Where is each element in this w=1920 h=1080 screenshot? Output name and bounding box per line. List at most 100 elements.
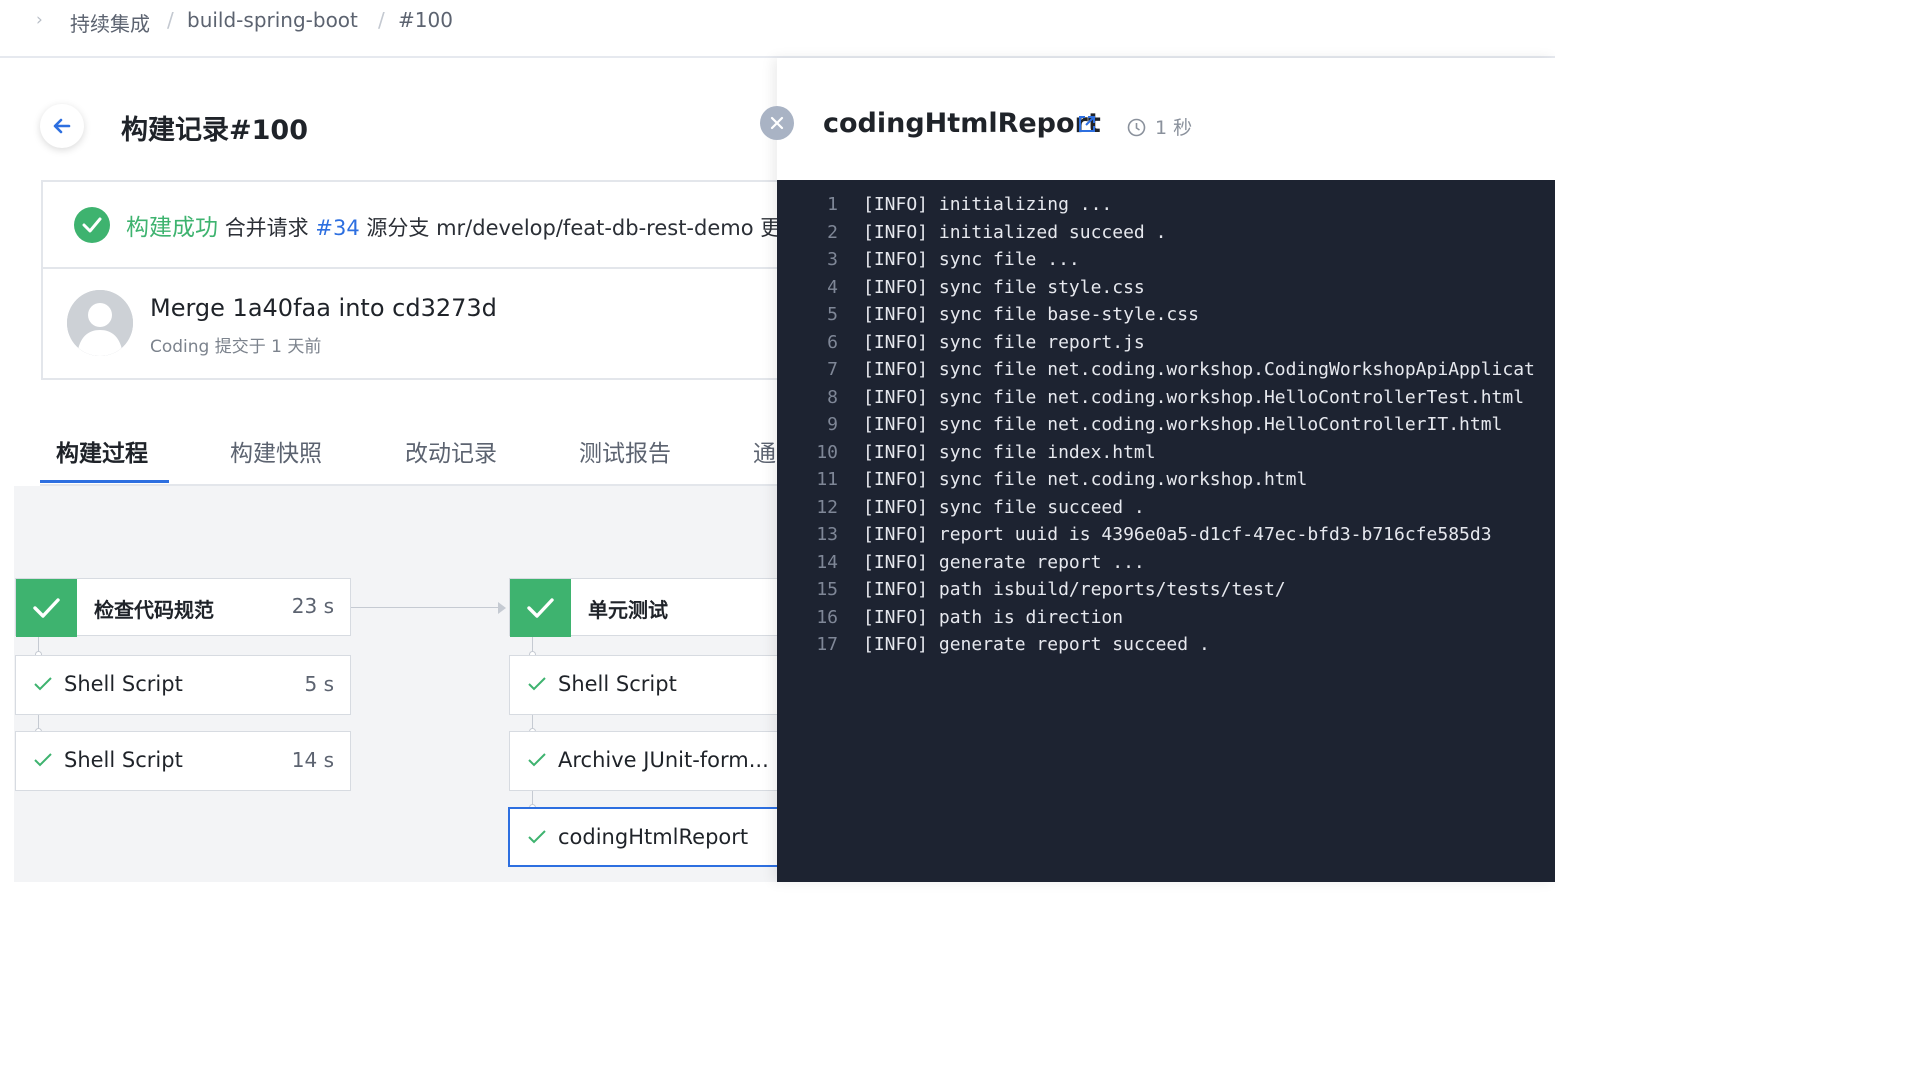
right-edge: [1555, 0, 1568, 882]
step-duration: 14 s: [291, 748, 334, 772]
breadcrumb: › 持续集成 / build-spring-boot / #100: [0, 0, 1555, 58]
log-line: 16 [INFO] path is direction: [777, 607, 1555, 634]
log-line: 11 [INFO] sync file net.coding.workshop.h…: [777, 469, 1555, 496]
commit-message: Merge 1a40faa into cd3273d: [150, 294, 497, 322]
tab-test-report[interactable]: 测试报告: [579, 434, 671, 468]
log-text: [INFO] initialized succeed .: [863, 221, 1167, 243]
check-icon: [34, 753, 52, 767]
chevron-right-icon[interactable]: ›: [36, 10, 50, 30]
close-icon: [770, 116, 784, 130]
branch-name: mr/develop/feat-db-rest-demo: [436, 216, 754, 240]
line-number: 10: [816, 441, 838, 463]
tab-change-log[interactable]: 改动记录: [405, 434, 497, 468]
back-button[interactable]: [40, 104, 84, 148]
log-text: [INFO] sync file net.coding.workshop.Hel…: [863, 414, 1503, 435]
log-text: [INFO] sync file net.coding.workshop.Hel…: [863, 386, 1525, 408]
tab-build-process[interactable]: 构建过程: [56, 434, 148, 468]
commit-meta: Coding 提交于 1 天前: [150, 337, 322, 357]
status-line: 构建成功 合并请求 #34 源分支 mr/develop/feat-db-res…: [126, 208, 781, 242]
log-line: 17 [INFO] generate report succeed .: [777, 634, 1555, 661]
line-number: 15: [816, 579, 838, 600]
line-number: 12: [816, 496, 838, 518]
line-number: 7: [827, 359, 838, 380]
stage-lint[interactable]: 检查代码规范 23 s: [15, 578, 351, 637]
line-number: 3: [827, 249, 838, 270]
log-text: [INFO] path isbuild/reports/tests/test/: [863, 579, 1286, 600]
breadcrumb-separator: /: [378, 8, 385, 32]
breadcrumb-item-project[interactable]: build-spring-boot: [187, 8, 358, 32]
log-text: [INFO] generate report succeed .: [863, 634, 1210, 655]
log-text: [INFO] sync file net.coding.workshop.Cod…: [863, 359, 1535, 380]
arrow-left-icon: [53, 118, 71, 134]
line-number: 16: [816, 606, 838, 628]
line-number: 6: [827, 331, 838, 353]
check-icon: [34, 677, 52, 691]
tab-active-indicator: [40, 480, 169, 483]
step-name: Archive JUnit-form...: [558, 748, 769, 772]
breadcrumb-item-build: #100: [398, 8, 453, 32]
stage-duration: 23 s: [291, 594, 334, 618]
connector-arrow: [498, 602, 506, 614]
stage-connector: [350, 607, 504, 608]
breadcrumb-separator: /: [167, 8, 174, 32]
check-icon: [510, 579, 571, 637]
step-name: Shell Script: [64, 748, 183, 772]
merge-request-link[interactable]: #34: [315, 216, 359, 240]
line-number: 1: [827, 194, 838, 215]
close-drawer-button[interactable]: [760, 106, 794, 140]
check-icon: [528, 677, 546, 691]
step-coding-html-report[interactable]: codingHtmlReport: [508, 807, 800, 867]
step-archive-junit[interactable]: Archive JUnit-form...: [509, 731, 799, 791]
line-number: 9: [827, 414, 838, 435]
drawer-title: codingHtmlReport: [823, 108, 1101, 139]
line-number: 4: [827, 276, 838, 298]
log-text: [INFO] sync file style.css: [863, 276, 1145, 298]
log-text: [INFO] report uuid is 4396e0a5-d1cf-47ec…: [863, 524, 1492, 545]
log-line: 2 [INFO] initialized succeed .: [777, 222, 1555, 249]
tab-bar: 构建过程 构建快照 改动记录 测试报告 通: [40, 420, 780, 486]
line-number: 2: [827, 221, 838, 243]
log-text: [INFO] sync file report.js: [863, 331, 1145, 353]
step-shell-script[interactable]: Shell Script 5 s: [15, 655, 351, 715]
log-line: 13 [INFO] report uuid is 4396e0a5-d1cf-47…: [777, 524, 1555, 551]
log-text: [INFO] generate report ...: [863, 551, 1145, 573]
check-icon: [528, 830, 546, 844]
log-line: 7 [INFO] sync file net.coding.workshop.Co…: [777, 359, 1555, 386]
avatar-icon: [67, 290, 133, 356]
merge-label: 合并请求: [224, 216, 309, 240]
log-text: [INFO] sync file base-style.css: [863, 304, 1199, 325]
line-number: 14: [816, 551, 838, 573]
step-duration: 1 秒: [1155, 117, 1193, 139]
step-shell-script[interactable]: Shell Script: [509, 655, 799, 715]
log-line: 15 [INFO] path isbuild/reports/tests/test…: [777, 579, 1555, 606]
step-name: Shell Script: [64, 672, 183, 696]
page-title: 构建记录#100: [121, 115, 308, 146]
line-number: 5: [827, 304, 838, 325]
log-drawer: codingHtmlReport 1 秒 1 [INFO] initializin…: [777, 58, 1555, 882]
log-line: 10 [INFO] sync file index.html: [777, 442, 1555, 469]
line-number: 11: [816, 469, 838, 490]
log-line: 6 [INFO] sync file report.js: [777, 332, 1555, 359]
stage-unit-test[interactable]: 单元测试: [509, 578, 799, 637]
stage-name: 检查代码规范: [94, 598, 214, 622]
tab-build-snapshot[interactable]: 构建快照: [230, 434, 322, 468]
breadcrumb-item-ci[interactable]: 持续集成: [70, 8, 150, 37]
tab-more[interactable]: 通: [753, 434, 776, 468]
log-line: 9 [INFO] sync file net.coding.workshop.He…: [777, 414, 1555, 441]
line-number: 8: [827, 386, 838, 408]
check-circle-icon: [74, 207, 110, 243]
external-link-icon[interactable]: [1077, 114, 1097, 134]
step-shell-script[interactable]: Shell Script 14 s: [15, 731, 351, 791]
log-line: 12 [INFO] sync file succeed .: [777, 497, 1555, 524]
step-name: Shell Script: [558, 672, 677, 696]
log-text: [INFO] sync file index.html: [863, 441, 1156, 463]
status-label: 构建成功: [126, 215, 218, 241]
build-status-card: 构建成功 合并请求 #34 源分支 mr/develop/feat-db-res…: [41, 180, 801, 380]
log-console[interactable]: 1 [INFO] initializing ... 2 [INFO] initiali…: [777, 180, 1555, 882]
line-number: 17: [816, 634, 838, 655]
log-line: 14 [INFO] generate report ...: [777, 552, 1555, 579]
avatar: [67, 290, 133, 356]
log-text: [INFO] sync file net.coding.workshop.htm…: [863, 469, 1308, 490]
log-text: [INFO] path is direction: [863, 606, 1124, 628]
status-row: 构建成功 合并请求 #34 源分支 mr/develop/feat-db-res…: [43, 182, 799, 269]
